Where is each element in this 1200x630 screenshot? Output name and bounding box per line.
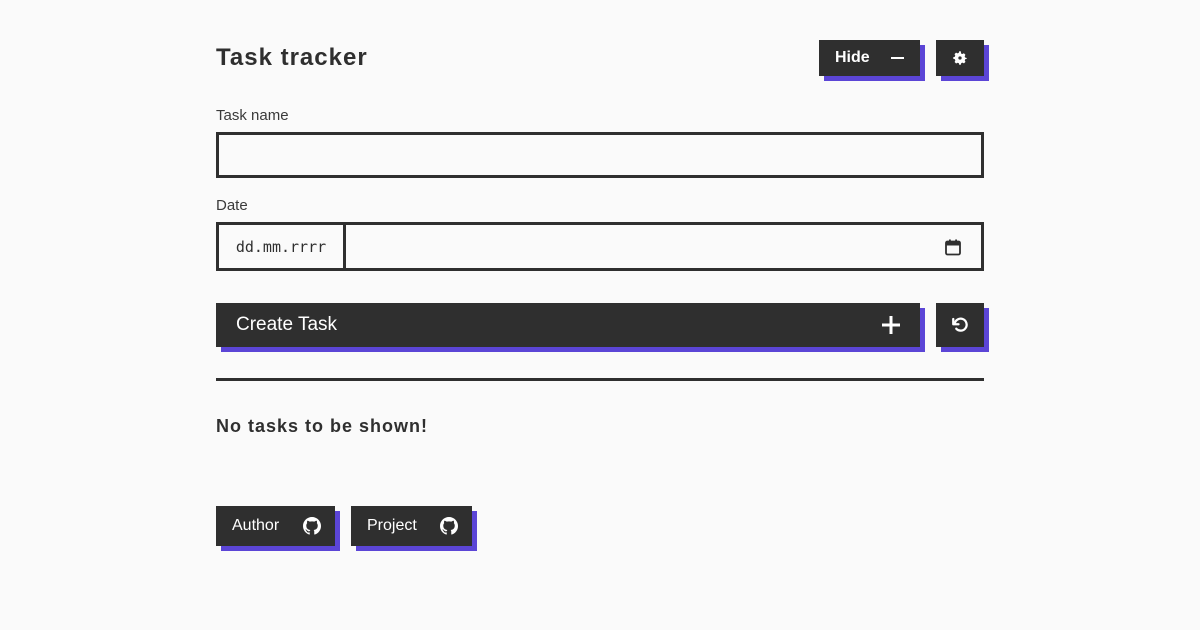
undo-icon bbox=[952, 317, 968, 332]
minus-icon bbox=[891, 57, 904, 59]
date-label: Date bbox=[216, 197, 248, 214]
task-tracker-app: Task tracker Hide Task name Date dd.mm.r… bbox=[216, 40, 984, 546]
header: Task tracker Hide bbox=[216, 40, 984, 80]
project-button[interactable]: Project bbox=[351, 506, 472, 546]
task-name-input[interactable] bbox=[219, 135, 981, 175]
task-name-field[interactable] bbox=[216, 132, 984, 178]
create-task-label: Create Task bbox=[236, 314, 338, 335]
project-label: Project bbox=[367, 517, 417, 534]
reset-button[interactable] bbox=[936, 303, 984, 347]
page-title: Task tracker bbox=[216, 44, 368, 71]
hide-button[interactable]: Hide bbox=[819, 40, 920, 76]
author-button[interactable]: Author bbox=[216, 506, 335, 546]
create-task-button[interactable]: Create Task bbox=[216, 303, 920, 347]
calendar-icon[interactable] bbox=[945, 239, 961, 256]
date-placeholder: dd.mm.rrrr bbox=[219, 225, 346, 268]
github-icon bbox=[440, 517, 458, 535]
github-icon bbox=[303, 517, 321, 535]
divider bbox=[216, 378, 984, 381]
gear-icon bbox=[953, 51, 967, 65]
empty-tasks-message: No tasks to be shown! bbox=[216, 416, 429, 436]
hide-button-label: Hide bbox=[835, 49, 870, 66]
author-label: Author bbox=[232, 517, 280, 534]
task-name-label: Task name bbox=[216, 107, 289, 124]
date-field[interactable]: dd.mm.rrrr bbox=[216, 222, 984, 271]
plus-icon bbox=[882, 316, 900, 334]
theme-toggle-button[interactable] bbox=[936, 40, 984, 76]
